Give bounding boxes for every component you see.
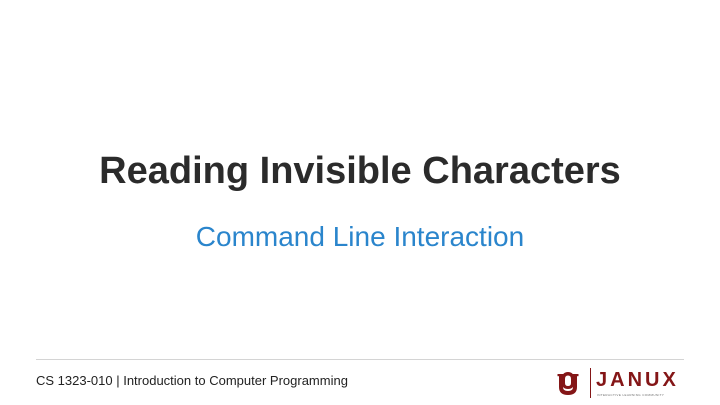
- footer-divider: [36, 359, 684, 360]
- janux-tagline: INTERACTIVE LEARNING COMMUNITY: [597, 393, 665, 397]
- logo-divider: [590, 368, 591, 398]
- ou-logo-icon: [557, 372, 579, 395]
- course-label: CS 1323-010 | Introduction to Computer P…: [36, 373, 348, 388]
- slide-title: Reading Invisible Characters: [99, 150, 621, 192]
- slide-subtitle: Command Line Interaction: [195, 221, 525, 252]
- janux-logo-text: JANUX: [596, 369, 679, 391]
